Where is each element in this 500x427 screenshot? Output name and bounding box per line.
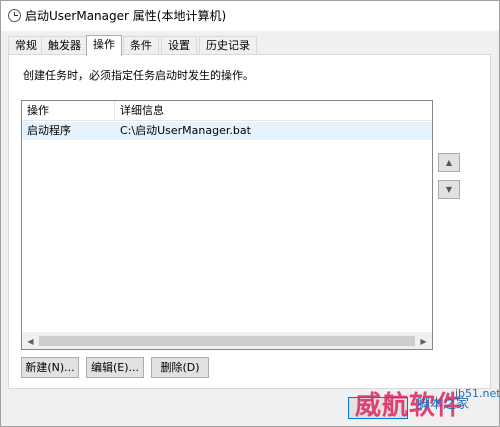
tab-history[interactable]: 历史记录: [199, 36, 257, 54]
tab-conditions[interactable]: 条件: [123, 36, 159, 54]
edit-button[interactable]: 编辑(E)...: [86, 357, 144, 378]
new-button[interactable]: 新建(N)...: [21, 357, 79, 378]
move-down-button[interactable]: ▼: [438, 180, 460, 199]
arrow-up-icon: ▲: [445, 158, 453, 167]
actions-panel: 创建任务时，必须指定任务启动时发生的操作。 操作 详细信息 启动程序 C:\启动…: [8, 54, 491, 389]
table-row[interactable]: 启动程序 C:\启动UserManager.bat: [22, 122, 432, 140]
move-up-button[interactable]: ▲: [438, 153, 460, 172]
delete-button[interactable]: 删除(D): [151, 357, 209, 378]
column-header-details[interactable]: 详细信息: [115, 101, 432, 121]
window-title: 启动UserManager 属性(本地计算机): [25, 9, 227, 23]
tab-triggers[interactable]: 触发器: [41, 36, 88, 54]
list-header: 操作 详细信息: [22, 101, 432, 121]
horizontal-scrollbar[interactable]: ◀ ▶: [22, 332, 432, 349]
clock-icon: [8, 9, 21, 22]
properties-window: 启动UserManager 属性(本地计算机) 常规 触发器 操作 条件 设置 …: [0, 0, 500, 427]
tab-general[interactable]: 常规: [8, 36, 44, 54]
watermark-url: jb51.net: [455, 387, 500, 400]
actions-list[interactable]: 操作 详细信息 启动程序 C:\启动UserManager.bat ◀ ▶: [21, 100, 433, 350]
row-details-cell: C:\启动UserManager.bat: [120, 124, 251, 137]
scroll-left-icon[interactable]: ◀: [22, 333, 39, 349]
tab-settings[interactable]: 设置: [161, 36, 197, 54]
arrow-down-icon: ▼: [445, 185, 453, 194]
instruction-text: 创建任务时，必须指定任务启动时发生的操作。: [23, 69, 254, 82]
column-header-action[interactable]: 操作: [22, 101, 115, 121]
row-action-cell: 启动程序: [27, 124, 71, 137]
watermark: 威航软件 脚本之家 jb51.net: [355, 385, 500, 425]
scroll-right-icon[interactable]: ▶: [415, 333, 432, 349]
tab-actions[interactable]: 操作: [86, 35, 122, 56]
scroll-thumb[interactable]: [39, 336, 415, 346]
title-bar[interactable]: 启动UserManager 属性(本地计算机): [1, 1, 499, 31]
